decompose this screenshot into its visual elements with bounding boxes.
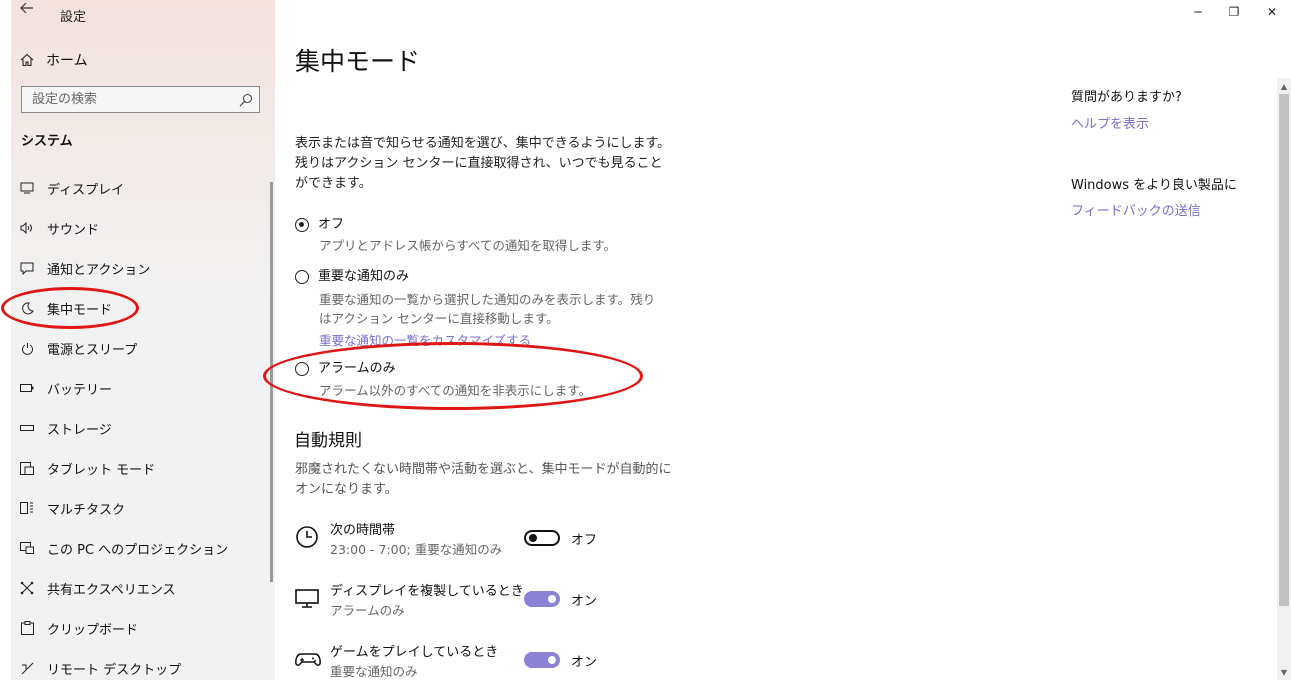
rule-subtitle: アラームのみ <box>330 603 405 618</box>
minimize-button[interactable]: ─ <box>1178 0 1218 24</box>
scrollbar-thumb[interactable] <box>1279 94 1289 606</box>
give-feedback-link[interactable]: フィードバックの送信 <box>1071 200 1201 219</box>
sidebar-item-label: リモート デスクトップ <box>47 662 182 678</box>
sidebar-item-label: クリップボード <box>47 622 139 638</box>
auto-rules-description: 邪魔されたくない時間帯や活動を選ぶと、集中モードが自動的にオンになります。 <box>295 462 672 497</box>
radio-off[interactable]: オフ <box>295 216 344 234</box>
display-icon <box>20 181 34 195</box>
sidebar-item-multitasking[interactable]: マルチタスク <box>20 496 260 520</box>
sidebar-item-storage[interactable]: ストレージ <box>20 416 260 440</box>
sidebar-item-battery[interactable]: バッテリー <box>20 376 260 400</box>
sidebar-item-shared-experiences[interactable]: 共有エクスペリエンス <box>20 576 260 600</box>
rule-duplicating-display[interactable]: ディスプレイを複製しているとき アラームのみ オン <box>295 580 625 622</box>
gamepad-icon <box>295 653 321 666</box>
rule-toggle[interactable] <box>524 652 560 668</box>
toggle-knob <box>548 595 556 603</box>
remote-icon <box>20 661 34 675</box>
app-title: 設定 <box>60 10 87 25</box>
tablet-icon <box>20 461 34 475</box>
rule-playing-game[interactable]: ゲームをプレイしているとき 重要な通知のみ オン <box>295 641 625 683</box>
multitask-icon <box>20 501 34 515</box>
sidebar-item-label: バッテリー <box>47 382 113 398</box>
page-description: 表示または音で知らせる通知を選び、集中できるようにします。残りはアクション セン… <box>295 136 671 191</box>
radio-button[interactable] <box>295 362 309 376</box>
radio-priority-description: 重要な通知の一覧から選択した通知のみを表示します。残りはアクション センターに直… <box>319 292 656 326</box>
toggle-state: オフ <box>571 533 598 548</box>
clock-icon <box>296 526 318 548</box>
sidebar-item-label: マルチタスク <box>47 502 126 518</box>
radio-label: アラームのみ <box>318 361 396 376</box>
clipboard-icon <box>20 621 34 635</box>
sidebar-item-label: 通知とアクション <box>47 262 151 278</box>
sidebar-item-label: 電源とスリープ <box>47 342 138 358</box>
moon-icon <box>20 301 34 315</box>
battery-icon <box>20 381 34 395</box>
search-icon[interactable] <box>233 93 259 107</box>
rule-subtitle: 重要な通知のみ <box>330 664 418 679</box>
search-input[interactable] <box>22 91 233 108</box>
scroll-down-icon[interactable]: ▼ <box>1277 666 1291 678</box>
home-icon <box>20 53 34 67</box>
sidebar-item-label: 共有エクスペリエンス <box>47 582 176 598</box>
sidebar-item-remote-desktop[interactable]: リモート デスクトップ <box>20 656 260 680</box>
monitor-icon <box>295 589 319 608</box>
home-label: ホーム <box>46 53 88 69</box>
rule-toggle[interactable] <box>524 530 560 546</box>
toggle-knob <box>529 534 537 542</box>
get-help-link[interactable]: ヘルプを表示 <box>1071 113 1149 132</box>
sidebar-home[interactable]: ホーム <box>20 50 88 70</box>
sidebar-item-notifications[interactable]: 通知とアクション <box>20 256 260 280</box>
sidebar-scrollbar[interactable] <box>270 182 273 582</box>
storage-icon <box>20 421 34 435</box>
rule-title: ディスプレイを複製しているとき <box>330 584 524 599</box>
rule-subtitle: 23:00 - 7:00; 重要な通知のみ <box>330 542 503 557</box>
sidebar-item-label: この PC へのプロジェクション <box>47 542 229 558</box>
close-button[interactable]: ✕ <box>1252 0 1291 24</box>
sidebar-item-focus-assist[interactable]: 集中モード <box>20 296 260 320</box>
sidebar-item-projection[interactable]: この PC へのプロジェクション <box>20 536 260 560</box>
rule-time-window[interactable]: 次の時間帯 23:00 - 7:00; 重要な通知のみ オフ <box>295 519 625 561</box>
radio-off-description: アプリとアドレス帳からすべての通知を取得します。 <box>319 238 617 253</box>
section-title: システム <box>21 134 73 149</box>
auto-rules-heading: 自動規則 <box>294 431 362 451</box>
sidebar-item-label: ディスプレイ <box>47 182 125 198</box>
sidebar-item-label: サウンド <box>47 222 100 238</box>
sidebar-item-clipboard[interactable]: クリップボード <box>20 616 260 640</box>
projection-icon <box>20 541 34 555</box>
scroll-up-icon[interactable]: ▲ <box>1277 80 1291 92</box>
sidebar-item-power[interactable]: 電源とスリープ <box>20 336 260 360</box>
rule-title: ゲームをプレイしているとき <box>330 645 499 660</box>
sidebar-item-display[interactable]: ディスプレイ <box>20 176 260 200</box>
maximize-button[interactable]: ❐ <box>1214 0 1254 24</box>
toggle-knob <box>548 656 556 664</box>
sidebar-item-label: 集中モード <box>47 302 113 318</box>
back-arrow-icon <box>20 2 33 14</box>
settings-search[interactable] <box>21 86 260 113</box>
sidebar-item-label: タブレット モード <box>47 462 156 478</box>
page-title: 集中モード <box>295 47 421 76</box>
power-icon <box>20 341 34 355</box>
customize-priority-link[interactable]: 重要な通知の一覧をカスタマイズする <box>319 330 531 349</box>
toggle-state: オン <box>571 655 598 670</box>
feedback-heading: Windows をより良い製品に <box>1071 178 1237 193</box>
rule-title: 次の時間帯 <box>330 523 396 538</box>
radio-label: 重要な通知のみ <box>318 269 410 284</box>
notification-icon <box>20 261 34 275</box>
radio-button[interactable] <box>295 218 309 232</box>
help-question: 質問がありますか? <box>1071 90 1182 105</box>
radio-alarms-only[interactable]: アラームのみ <box>295 360 396 378</box>
radio-button[interactable] <box>295 270 309 284</box>
back-button[interactable] <box>20 2 34 18</box>
share-icon <box>20 581 34 595</box>
toggle-state: オン <box>571 594 598 609</box>
sidebar-item-sound[interactable]: サウンド <box>20 216 260 240</box>
radio-priority-only[interactable]: 重要な通知のみ <box>295 268 409 286</box>
rule-toggle[interactable] <box>524 591 560 607</box>
radio-label: オフ <box>318 217 345 232</box>
window-edge <box>0 0 11 680</box>
speaker-icon <box>20 221 34 235</box>
radio-alarms-description: アラーム以外のすべての通知を非表示にします。 <box>319 383 592 398</box>
sidebar-item-label: ストレージ <box>47 422 112 438</box>
sidebar-item-tablet-mode[interactable]: タブレット モード <box>20 456 260 480</box>
